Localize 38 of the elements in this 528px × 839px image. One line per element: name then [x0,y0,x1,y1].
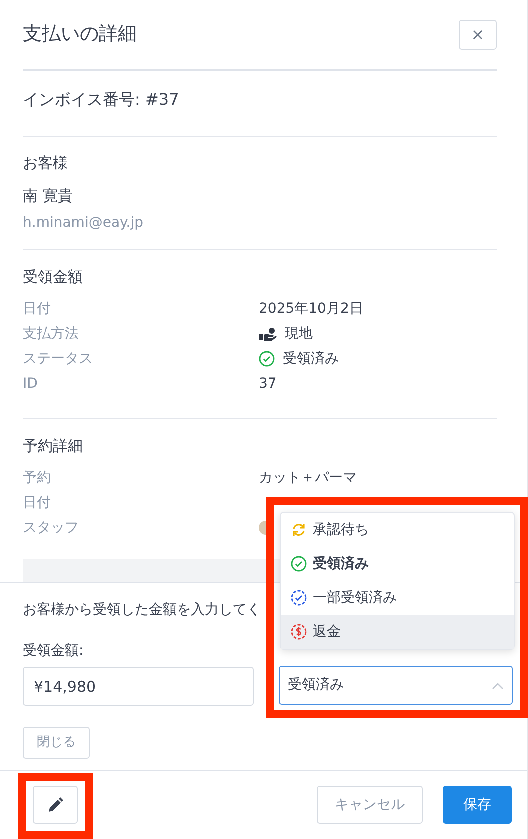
detail-label: ステータス [23,350,94,368]
field-label: 受領金額: [23,642,85,661]
customer-name: 南 寛貴 [23,186,74,206]
dialog-title: 支払いの詳細 [23,23,137,46]
detail-value: 現地 [285,324,313,344]
section-heading: お客様 [23,153,69,174]
amount-field[interactable]: ¥14,980 [23,667,254,706]
status-select[interactable]: 受領済み [279,666,513,705]
dashed-check-circle-icon [291,590,307,606]
detail-value: カット＋パーマ [259,468,357,488]
close-button[interactable]: × [459,20,497,50]
chevron-icon [492,682,504,690]
detail-value: 2025年10月2日 [259,300,364,318]
edit-button[interactable] [33,786,78,824]
instruction-text: お客様から受領した金額を入力してく [23,601,262,620]
detail-label: ID [23,374,39,394]
section-heading: 予約詳細 [23,436,84,457]
invoice-number: インボイス番号: #37 [23,88,180,110]
dropdown-option[interactable]: 一部受領済み [281,581,514,615]
detail-label: 日付 [23,494,52,512]
check-circle-icon [259,351,275,367]
dropdown-option[interactable]: 承認待ち [281,513,514,547]
dropdown-option[interactable]: 返金 [281,615,514,649]
save-button[interactable]: 保存 [443,786,512,824]
check-circle-icon [291,556,307,572]
customer-email: h.minami@eay.jp [23,214,145,233]
detail-label: 日付 [23,300,52,318]
detail-label: 支払方法 [23,324,80,344]
detail-value: 37 [259,374,277,394]
cash-hand-icon [259,327,277,341]
section-heading: 受領金額 [23,267,84,288]
refund-coin-icon [291,624,307,640]
pencil-icon [48,797,64,813]
detail-label: 予約 [23,468,52,488]
sync-arrows-icon [291,522,307,538]
detail-value: 受領済み [283,350,339,368]
dropdown-option[interactable]: 受領済み [281,547,514,581]
detail-label: スタッフ [23,518,80,538]
